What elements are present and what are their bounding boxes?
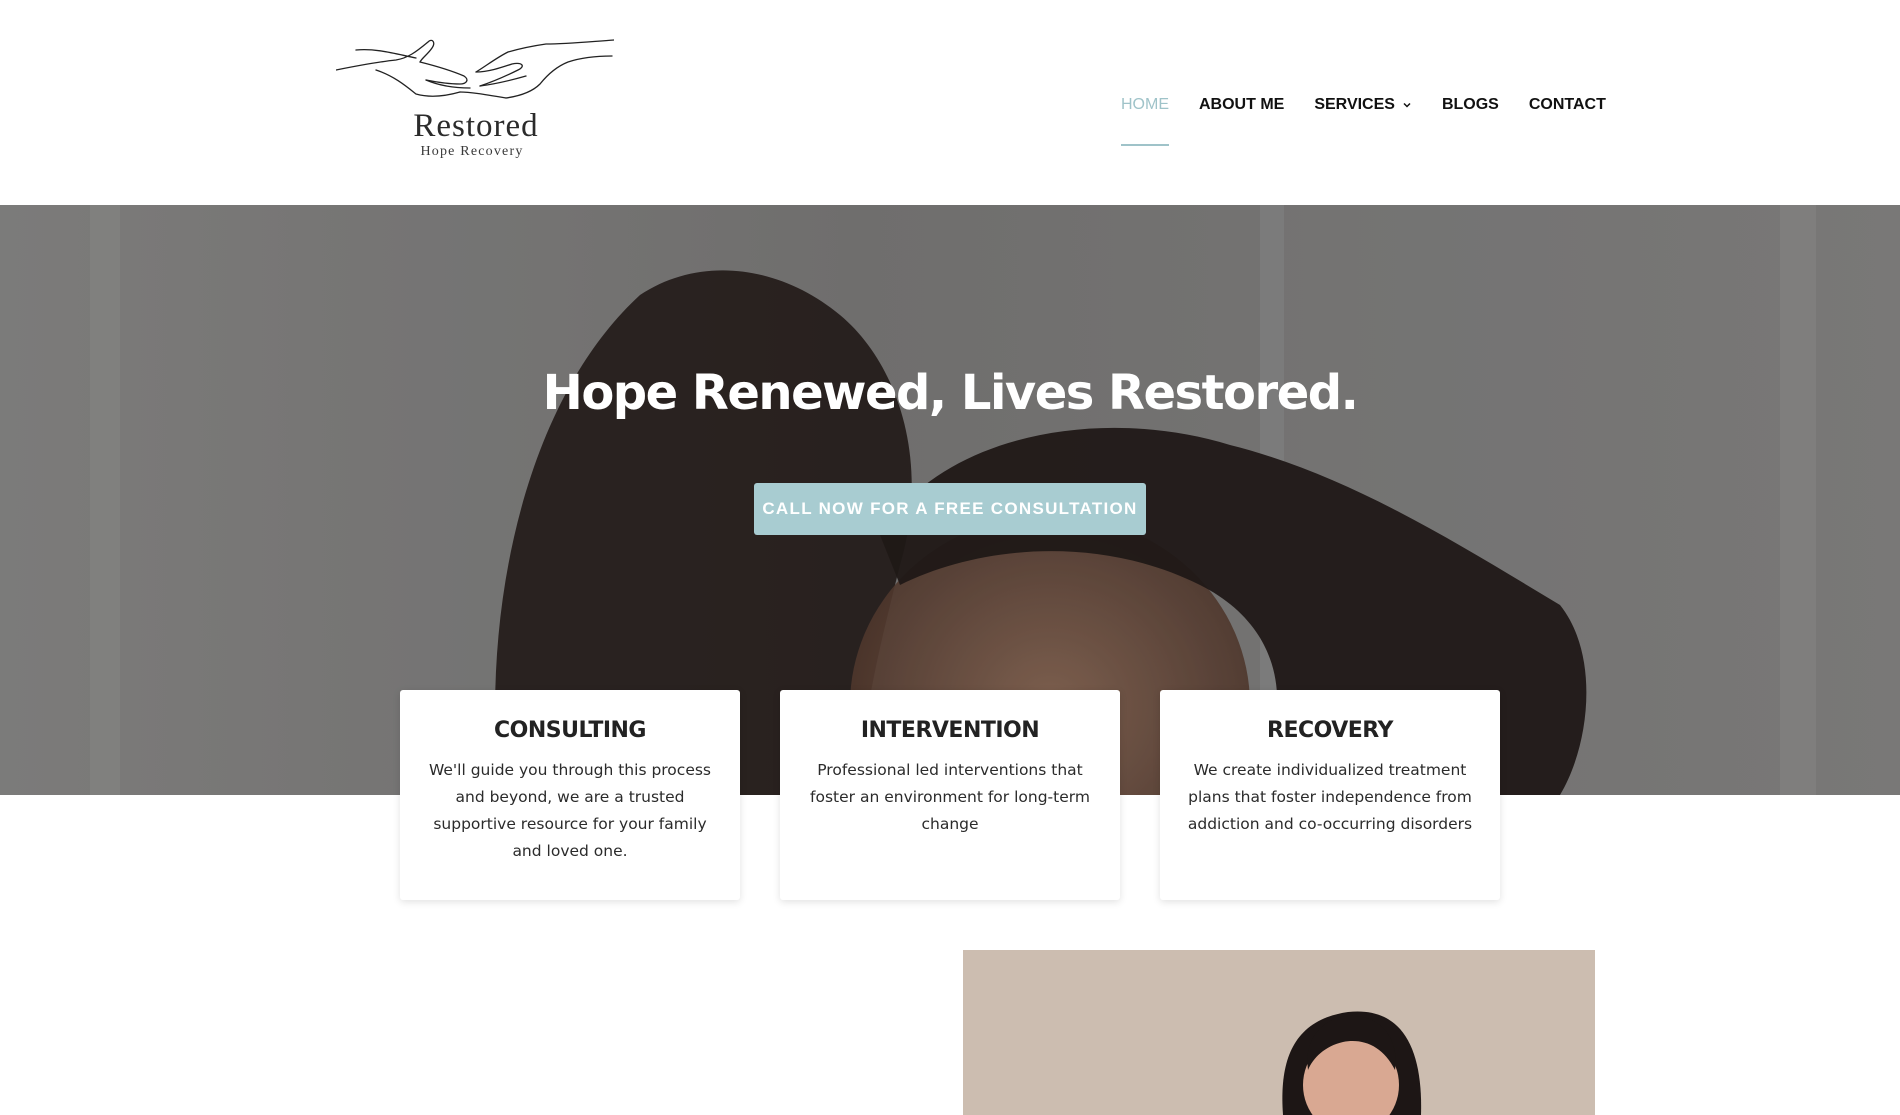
free-consultation-button[interactable]: CALL NOW FOR A FREE CONSULTATION (754, 483, 1146, 535)
hero-title: Hope Renewed, Lives Restored. (542, 365, 1359, 421)
nav-item-about-me[interactable]: ABOUT ME (1199, 96, 1284, 114)
service-card-intervention: INTERVENTION Professional led interventi… (780, 690, 1120, 900)
site-header: Restored Hope Recovery HOME ABOUT ME SER… (0, 0, 1900, 205)
nav-label-services: SERVICES (1314, 96, 1395, 113)
nav-label-about-me: ABOUT ME (1199, 96, 1285, 113)
card-title: CONSULTING (493, 718, 647, 743)
main-nav: HOME ABOUT ME SERVICES BLOGS CONTACT (1121, 92, 1606, 146)
service-card-consulting: CONSULTING We'll guide you through this … (400, 690, 740, 900)
portrait-photo (963, 950, 1595, 1115)
nav-label-contact: CONTACT (1528, 96, 1606, 113)
nav-item-contact[interactable]: CONTACT (1529, 96, 1606, 114)
service-card-recovery: RECOVERY We create individualized treatm… (1160, 690, 1500, 900)
brand-tagline: Hope Recovery (420, 144, 524, 159)
nav-item-blogs[interactable]: BLOGS (1442, 96, 1499, 114)
hands-reaching-icon (336, 39, 614, 99)
card-text: We'll guide you through this process and… (428, 761, 712, 860)
nav-label-home: HOME (1121, 96, 1169, 113)
nav-item-services[interactable]: SERVICES (1314, 96, 1412, 114)
card-title: INTERVENTION (860, 718, 1040, 743)
nav-label-blogs: BLOGS (1441, 96, 1499, 113)
brand-name: Restored (413, 108, 539, 144)
brand-logo[interactable]: Restored Hope Recovery (336, 36, 614, 166)
card-title: RECOVERY (1267, 718, 1393, 743)
nav-item-home[interactable]: HOME (1121, 96, 1169, 146)
card-text: We create individualized treatment plans… (1187, 761, 1473, 833)
founder-portrait-image (963, 950, 1595, 1115)
card-text: Professional led interventions that fost… (810, 761, 1090, 833)
nav-active-indicator (1121, 144, 1169, 146)
chevron-down-icon (1403, 102, 1411, 108)
